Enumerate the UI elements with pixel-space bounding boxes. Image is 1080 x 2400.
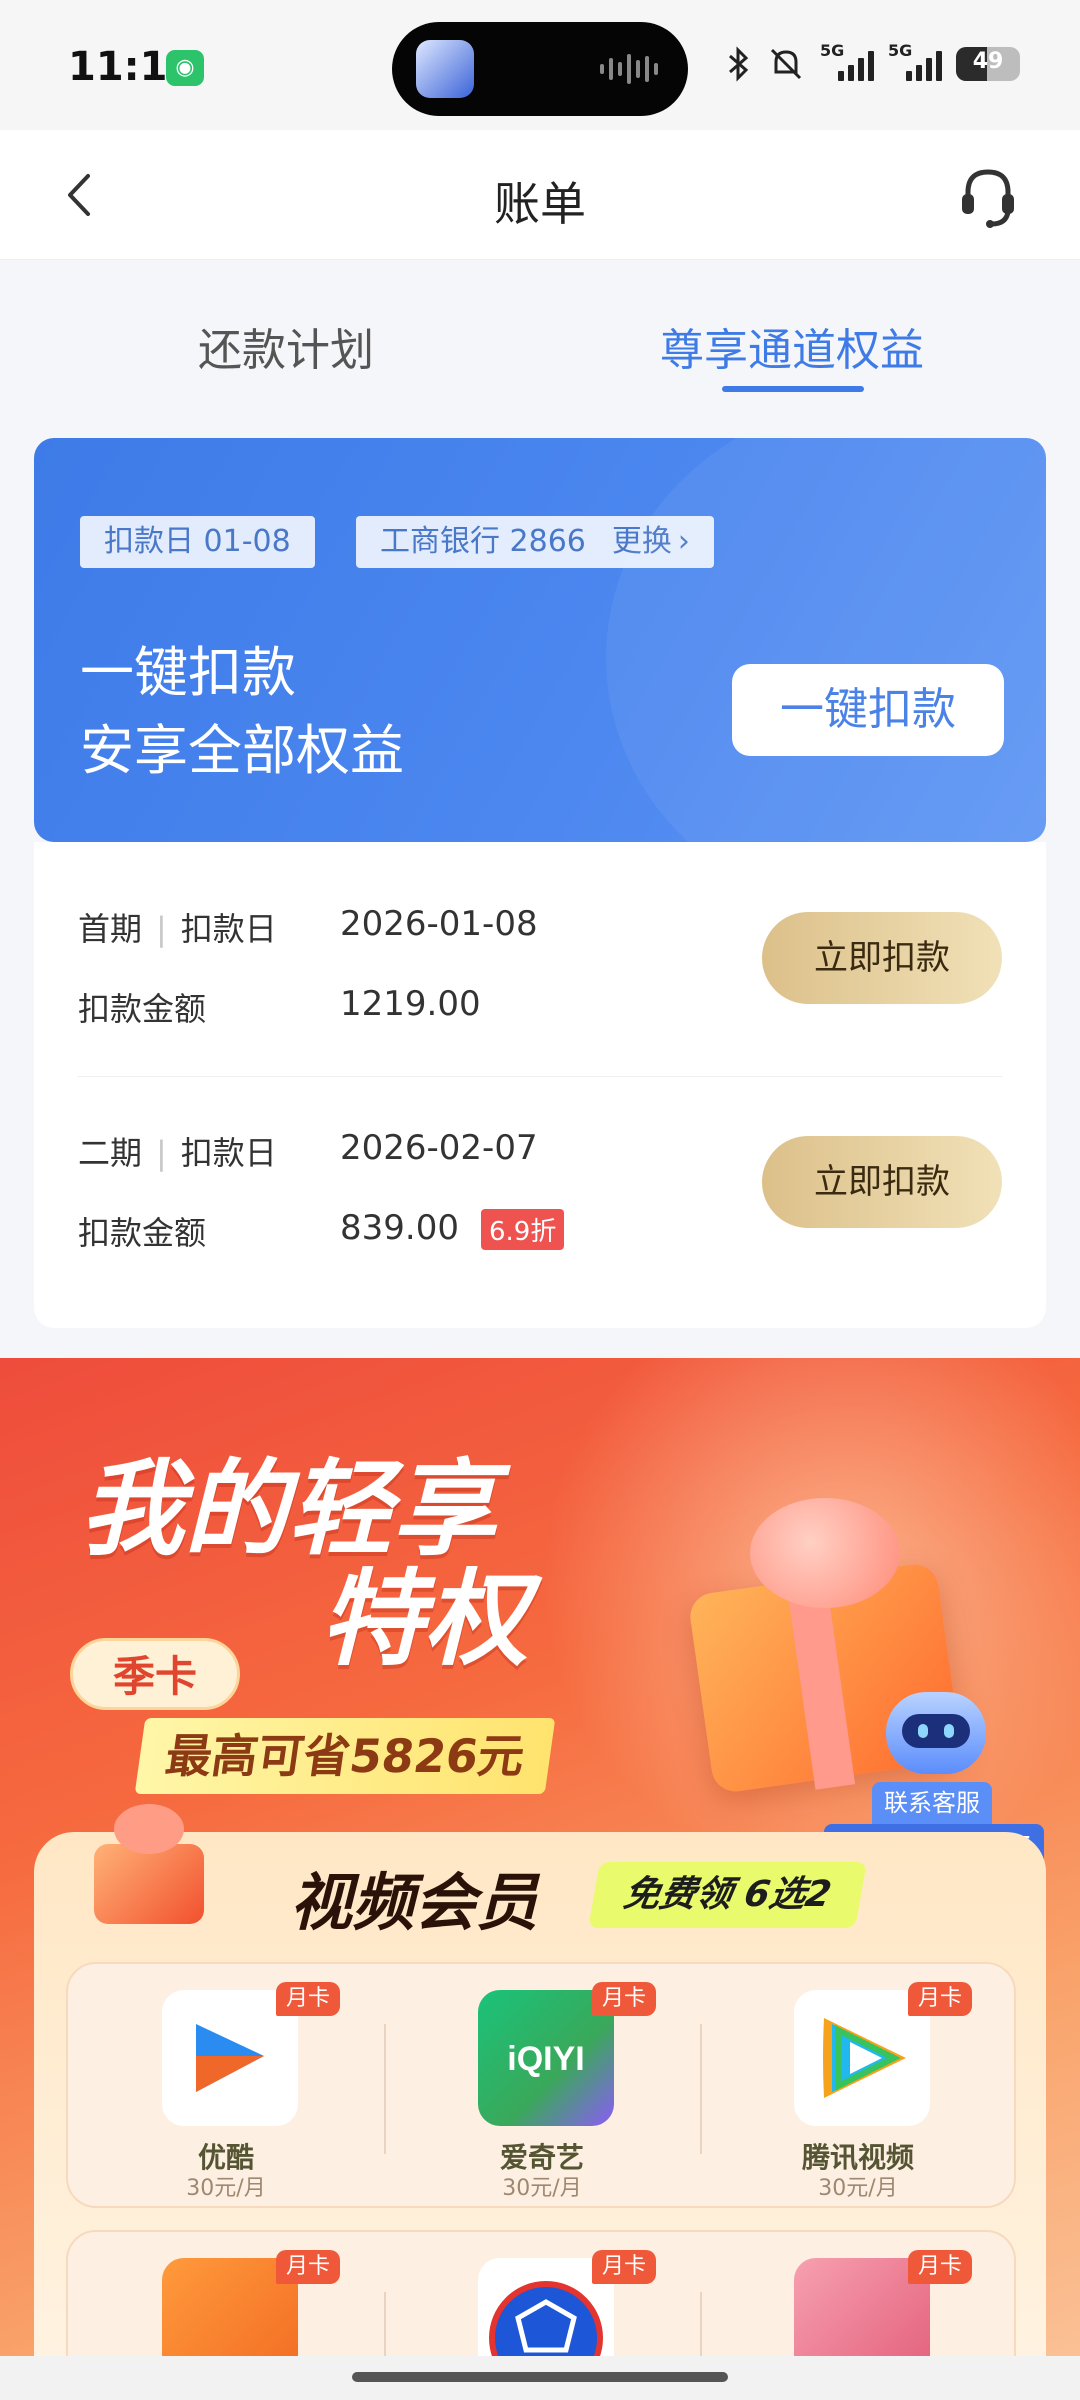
vip-item-tencent-video[interactable]: 月卡 腾讯视频 30元/月 (700, 1964, 1016, 2210)
bank-card-label: 工商银行 2866 (380, 524, 586, 559)
installment-amount: 1219.00 (340, 984, 481, 1024)
change-bank-link[interactable]: 更换 (612, 524, 672, 559)
discount-badge: 6.9折 (480, 1209, 565, 1250)
installment-date: 2026-01-08 (340, 904, 538, 944)
period-label: 首期 (78, 910, 143, 948)
tab-premium-benefits[interactable]: 尊享通道权益 (660, 314, 924, 378)
amount-value: 1219.00 (340, 984, 481, 1024)
small-gift-icon (84, 1804, 214, 1924)
vip-item-youku[interactable]: 月卡 优酷 30元/月 (68, 1964, 384, 2210)
status-bar: 11:11 ◉ 5G 5G 49 (0, 0, 1080, 130)
battery-text: 49 (972, 49, 1004, 74)
max-savings-banner: 最高可省5826元 (134, 1718, 556, 1794)
bank-card-pill[interactable]: 工商银行 2866 更换 › (356, 516, 714, 568)
monthly-card-tag: 月卡 (908, 1982, 973, 2016)
season-card-badge: 季卡 (70, 1638, 240, 1710)
signal-icon-2: 5G (888, 41, 942, 81)
deduct-date-pill: 扣款日 01-08 (80, 516, 315, 568)
slogan-line-1: 我的轻享 (80, 1447, 497, 1570)
system-icons: 5G 5G 49 (726, 41, 1020, 82)
home-indicator[interactable] (352, 2372, 728, 2382)
video-vip-title: 视频会员 (290, 1866, 539, 1939)
tab-repayment-plan[interactable]: 还款计划 (198, 314, 374, 378)
deduct-headline: 一键扣款 (80, 641, 296, 704)
slogan-line-2: 特权 (320, 1557, 529, 1680)
free-choose-tag: 免费领 6选2 (588, 1862, 867, 1928)
network-label: 5G (820, 41, 845, 60)
tab-bar: 还款计划 尊享通道权益 (0, 262, 1080, 402)
deduct-subheadline: 安享全部权益 (80, 719, 404, 782)
vip-price: 30元/月 (818, 2176, 898, 2201)
audio-wave-icon (600, 52, 658, 86)
amount-label: 扣款金额 (78, 990, 207, 1028)
battery-icon: 49 (956, 47, 1020, 81)
installment-list: 首期 | 扣款日 2026-01-08 扣款金额 1219.00 立即扣款 二期 | 扣… (34, 842, 1046, 1328)
mute-bell-icon (770, 48, 802, 80)
svg-text:iQIYI: iQIYI (507, 2040, 584, 2078)
amount-label: 扣款金额 (78, 1214, 207, 1252)
installment-date-label: 二期 | 扣款日 (78, 1134, 277, 1172)
wechat-icon: ◉ (166, 50, 204, 86)
one-click-deduct-button[interactable]: 一键扣款 (732, 664, 1004, 756)
dynamic-island[interactable] (392, 22, 688, 116)
chevron-right-icon: › (677, 524, 690, 559)
date-label: 扣款日 (180, 910, 277, 948)
headset-icon[interactable] (958, 166, 1018, 230)
installment-amount: 839.00 6.9折 (340, 1208, 565, 1250)
vip-item-iqiyi[interactable]: iQIYI 月卡 爱奇艺 30元/月 (384, 1964, 700, 2210)
contact-support-label[interactable]: 联系客服 (872, 1782, 992, 1824)
app-thumbnail-icon (416, 40, 474, 98)
monthly-card-tag: 月卡 (276, 2250, 341, 2284)
bluetooth-icon (729, 46, 749, 82)
installment-date: 2026-02-07 (340, 1128, 538, 1168)
monthly-card-tag: 月卡 (592, 1982, 657, 2016)
privilege-promo-section: 我的轻享 特权 季卡 最高可省5826元 联系客服 400-060-1995 视… (0, 1358, 1080, 2400)
signal-icon: 5G (820, 41, 874, 81)
vip-price: 30元/月 (502, 2176, 582, 2201)
one-click-deduct-card: 扣款日 01-08 工商银行 2866 更换 › 一键扣款 安享全部权益 一键扣款 (34, 438, 1046, 842)
network-label-2: 5G (888, 41, 913, 60)
vip-row-1: 月卡 优酷 30元/月 iQIYI 月卡 爱奇艺 30元/月 月卡 腾讯视频 3… (66, 1962, 1016, 2208)
monthly-card-tag: 月卡 (908, 2250, 973, 2284)
vip-price: 30元/月 (186, 2176, 266, 2201)
date-label: 扣款日 (180, 1134, 277, 1172)
tab-active-indicator (722, 386, 864, 392)
page-title: 账单 (494, 177, 586, 231)
installment-date-label: 首期 | 扣款日 (78, 910, 277, 948)
monthly-card-tag: 月卡 (592, 2250, 657, 2284)
robot-assistant-icon[interactable] (876, 1674, 994, 1784)
pay-now-button[interactable]: 立即扣款 (762, 912, 1002, 1004)
period-label: 二期 (78, 1134, 143, 1172)
video-vip-panel: 视频会员 免费领 6选2 月卡 优酷 30元/月 iQIYI 月卡 爱奇艺 30… (34, 1804, 1046, 2400)
pay-now-button[interactable]: 立即扣款 (762, 1136, 1002, 1228)
amount-value: 839.00 (340, 1208, 459, 1248)
monthly-card-tag: 月卡 (276, 1982, 341, 2016)
divider (78, 1076, 1002, 1077)
nav-bar: 账单 (0, 130, 1080, 260)
